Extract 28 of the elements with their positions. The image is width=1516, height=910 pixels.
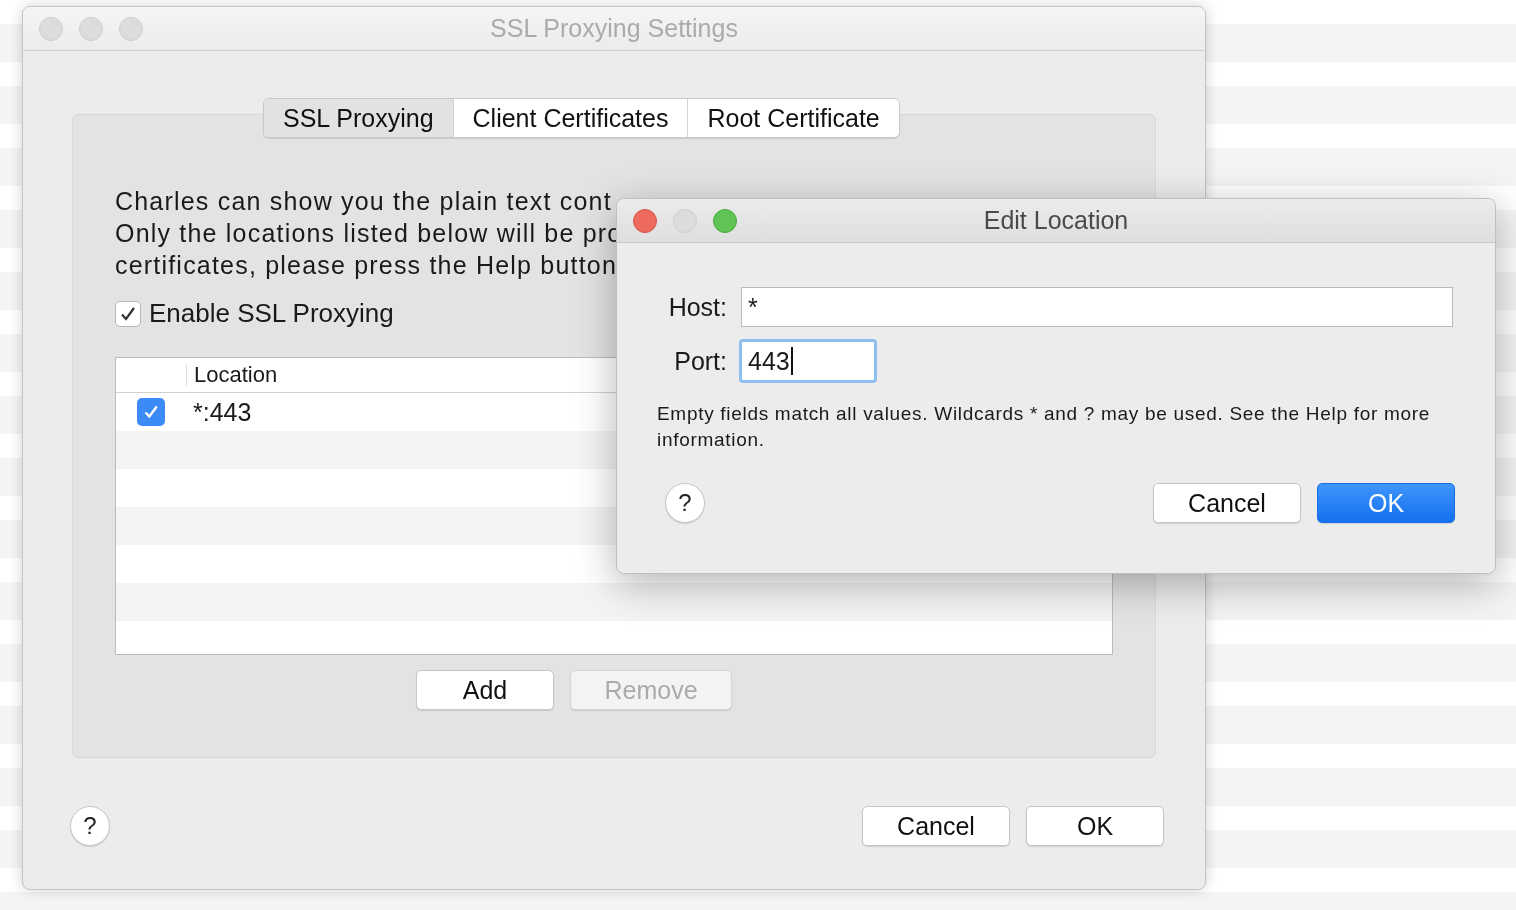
window-title: Edit Location xyxy=(983,206,1129,235)
field-label: Port: xyxy=(673,346,727,376)
input-field[interactable]: 443 xyxy=(739,339,877,383)
tab[interactable]: Client Certificates xyxy=(452,99,688,137)
description-text: Charles can show you the plain text cont xyxy=(115,186,612,217)
tab[interactable]: Root Certificate xyxy=(687,99,899,137)
minimize-window-icon[interactable] xyxy=(673,208,697,233)
push-button[interactable]: OK xyxy=(1317,483,1455,523)
window-title: SSL Proxying Settings xyxy=(490,14,738,43)
help-button[interactable]: ? xyxy=(70,806,110,846)
close-window-icon[interactable] xyxy=(633,208,657,233)
minimize-window-icon[interactable] xyxy=(79,16,103,41)
tab[interactable]: SSL Proxying xyxy=(264,99,453,137)
field-label: Host: xyxy=(667,292,727,322)
column-header[interactable]: Location xyxy=(187,362,278,388)
description-text: certificates, please press the Help button xyxy=(115,250,618,281)
push-button[interactable]: Cancel xyxy=(1153,483,1301,523)
checkbox[interactable] xyxy=(136,398,165,426)
push-button[interactable]: Cancel xyxy=(862,806,1010,846)
zoom-window-icon[interactable] xyxy=(713,208,737,233)
checkbox-label: Enable SSL Proxying xyxy=(149,298,394,329)
input-field[interactable]: * xyxy=(741,287,1453,327)
push-button[interactable]: OK xyxy=(1026,806,1164,846)
push-button[interactable]: Add xyxy=(416,670,554,710)
table-cell: *:443 xyxy=(193,397,252,427)
help-button[interactable]: ? xyxy=(665,483,705,523)
checkbox[interactable] xyxy=(115,300,141,327)
zoom-window-icon[interactable] xyxy=(119,16,143,41)
